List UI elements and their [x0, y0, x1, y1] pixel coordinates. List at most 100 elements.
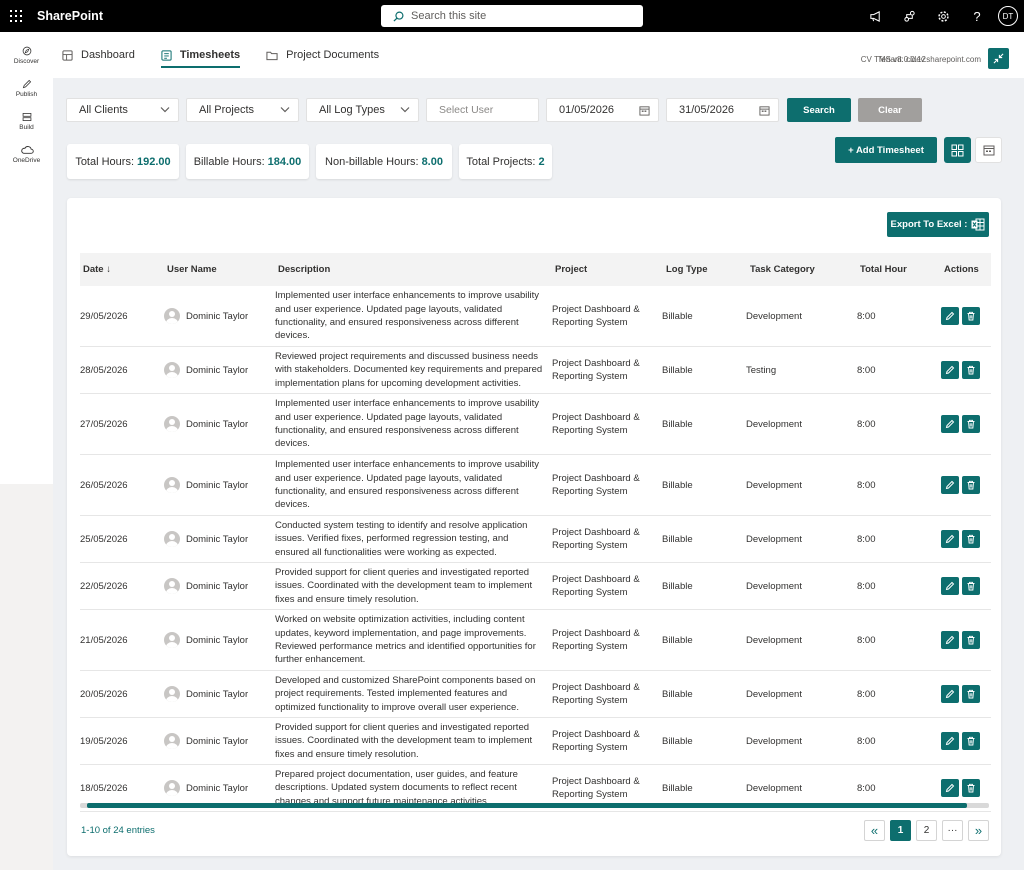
edit-button[interactable] [941, 415, 959, 433]
delete-button[interactable] [962, 415, 980, 433]
timesheets-icon [161, 49, 172, 61]
pagination-page-1[interactable]: 1 [890, 820, 911, 841]
rail-item-publish[interactable]: Publish [0, 65, 53, 98]
table-row: 21/05/2026 Dominic Taylor Worked on websit… [80, 610, 991, 671]
col-log-type: Log Type [666, 264, 708, 275]
user-avatar-icon [164, 733, 180, 749]
collapse-button[interactable] [988, 48, 1009, 69]
user-picker-input[interactable]: Select User [426, 98, 539, 122]
pagination-page-2[interactable]: 2 [916, 820, 937, 841]
delete-button[interactable] [962, 732, 980, 750]
pencil-icon [945, 419, 955, 429]
export-to-excel-button[interactable]: Export To Excel : [887, 212, 989, 237]
edit-button[interactable] [941, 577, 959, 595]
rail-item-onedrive[interactable]: OneDrive [0, 131, 53, 164]
user-avatar-icon [164, 780, 180, 796]
project-cell: Project Dashboard & Reporting System [552, 526, 640, 551]
edit-button[interactable] [941, 779, 959, 797]
grid-view-icon [951, 144, 964, 156]
search-button[interactable]: Search [787, 98, 851, 122]
col-task-category: Task Category [750, 264, 815, 275]
date-cell: 29/05/2026 [80, 310, 128, 322]
tab-timesheets[interactable]: Timesheets [160, 32, 241, 78]
app-launcher-icon[interactable] [0, 0, 32, 32]
log-type-cell: Billable [662, 580, 693, 592]
clear-button[interactable]: Clear [858, 98, 922, 122]
user-cell: Dominic Taylor [164, 516, 248, 562]
dashboard-icon [62, 49, 73, 61]
edit-button[interactable] [941, 361, 959, 379]
clients-dropdown[interactable]: All Clients [66, 98, 179, 122]
edit-button[interactable] [941, 685, 959, 703]
gear-icon[interactable] [926, 0, 960, 32]
edit-button[interactable] [941, 631, 959, 649]
pagination-last-button[interactable]: » [968, 820, 989, 841]
tab-bar: Dashboard Timesheets Project Documents C… [53, 32, 1024, 78]
add-timesheet-button[interactable]: + Add Timesheet [835, 137, 937, 163]
project-cell: Project Dashboard & Reporting System [552, 728, 640, 753]
chevron-down-icon [400, 107, 410, 113]
user-name: Dominic Taylor [186, 735, 249, 747]
delete-button[interactable] [962, 685, 980, 703]
actions-cell [941, 516, 983, 562]
tab-project-documents[interactable]: Project Documents [266, 32, 379, 78]
tab-label: Dashboard [81, 49, 135, 61]
megaphone-icon[interactable] [858, 0, 892, 32]
trash-icon [967, 635, 975, 645]
user-name: Dominic Taylor [186, 580, 249, 592]
edit-button[interactable] [941, 732, 959, 750]
rail-item-discover[interactable]: Discover [0, 32, 53, 65]
pencil-icon [945, 783, 955, 793]
delete-button[interactable] [962, 307, 980, 325]
share-icon[interactable] [892, 0, 926, 32]
trash-icon [967, 581, 975, 591]
col-actions: Actions [944, 264, 979, 275]
description-cell: Developed and customized SharePoint comp… [275, 674, 536, 713]
delete-button[interactable] [962, 530, 980, 548]
calendar-view-button[interactable] [975, 137, 1002, 163]
user-name: Dominic Taylor [186, 533, 249, 545]
user-cell: Dominic Taylor [164, 455, 248, 515]
log-types-dropdown[interactable]: All Log Types [306, 98, 419, 122]
trash-icon [967, 689, 975, 699]
pagination-first-button[interactable]: « [864, 820, 885, 841]
rail-label: Build [19, 124, 34, 131]
user-avatar-icon [164, 578, 180, 594]
edit-button[interactable] [941, 476, 959, 494]
grid-view-button[interactable] [944, 137, 971, 163]
table-row: 25/05/2026 Dominic Taylor Conducted system… [80, 516, 991, 563]
suite-bar: SharePoint Search this site ? DT [0, 0, 1024, 32]
clients-value: All Clients [79, 104, 128, 116]
rail-item-build[interactable]: Build [0, 98, 53, 131]
delete-button[interactable] [962, 779, 980, 797]
horizontal-scrollbar[interactable] [80, 803, 989, 808]
user-avatar[interactable]: DT [998, 6, 1018, 26]
tab-dashboard[interactable]: Dashboard [62, 32, 135, 78]
table-row: 22/05/2026 Dominic Taylor Provided support… [80, 563, 991, 610]
delete-button[interactable] [962, 631, 980, 649]
user-avatar-icon [164, 686, 180, 702]
log-type-cell: Billable [662, 364, 693, 376]
rail-label: Publish [15, 91, 38, 98]
projects-dropdown[interactable]: All Projects [186, 98, 299, 122]
to-date-input[interactable]: 31/05/2026 [666, 98, 779, 122]
site-search-input[interactable]: Search this site [381, 5, 643, 27]
col-date[interactable]: Date ↓ [83, 253, 111, 286]
brand-name[interactable]: SharePoint [37, 9, 103, 23]
pagination-ellipsis[interactable]: ··· [942, 820, 963, 841]
description-cell: Provided support for client queries and … [275, 566, 533, 605]
trash-icon [967, 480, 975, 490]
edit-button[interactable] [941, 530, 959, 548]
entries-count: 1-10 of 24 entries [81, 825, 155, 836]
from-date-input[interactable]: 01/05/2026 [546, 98, 659, 122]
user-avatar-icon [164, 416, 180, 432]
total-hour-cell: 8:00 [857, 580, 876, 592]
delete-button[interactable] [962, 577, 980, 595]
edit-button[interactable] [941, 307, 959, 325]
delete-button[interactable] [962, 476, 980, 494]
scrollbar-thumb[interactable] [87, 803, 967, 808]
help-icon[interactable]: ? [960, 0, 994, 32]
task-category-cell: Development [746, 533, 802, 545]
delete-button[interactable] [962, 361, 980, 379]
task-category-cell: Development [746, 479, 802, 491]
